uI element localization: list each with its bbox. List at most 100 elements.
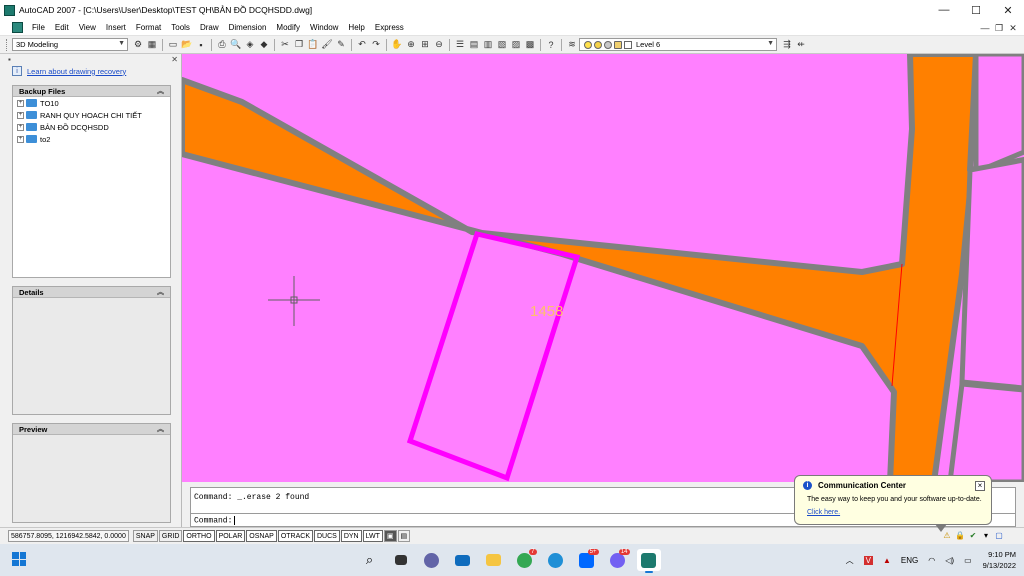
learn-recovery-link[interactable]: Learn about drawing recovery [27, 67, 126, 76]
status-menu-icon[interactable]: ▾ [980, 529, 992, 541]
wifi-icon[interactable]: ◠ [928, 556, 935, 565]
preview-header[interactable]: Preview ︽ [13, 424, 170, 435]
lwt-toggle[interactable]: LWT [362, 530, 383, 542]
osnap-toggle[interactable]: OSNAP [246, 530, 277, 542]
teams-chat-icon[interactable] [420, 549, 444, 571]
save-workspace-icon[interactable]: ▦ [146, 39, 158, 51]
copy-icon[interactable]: ❐ [293, 39, 305, 51]
zalo-icon[interactable]: 5+ [575, 549, 599, 571]
tree-item[interactable]: + RANH QUY HOACH CHI TIẾT [13, 109, 170, 121]
menu-format[interactable]: Format [131, 23, 166, 32]
menu-tools[interactable]: Tools [166, 23, 195, 32]
menu-file[interactable]: File [27, 23, 50, 32]
zoom-window-icon[interactable]: ⊞ [419, 39, 431, 51]
lock-toolbar-icon[interactable]: 🔒 [954, 529, 966, 541]
expand-icon[interactable]: + [17, 123, 24, 131]
palette-menu-icon[interactable]: ▪ [8, 55, 11, 65]
details-header[interactable]: Details ︽ [13, 287, 170, 298]
chevron-up-icon[interactable]: ︿ [846, 555, 854, 566]
properties-icon[interactable]: ☰ [454, 39, 466, 51]
expand-icon[interactable]: + [17, 111, 24, 119]
plot-preview-icon[interactable]: 🔍 [230, 39, 242, 51]
windows-start-icon[interactable] [12, 552, 26, 566]
balloon-link[interactable]: Click here. [807, 509, 840, 516]
menu-draw[interactable]: Draw [195, 23, 224, 32]
expand-icon[interactable]: + [17, 135, 24, 143]
document-icon[interactable] [12, 22, 23, 33]
collapse-icon[interactable]: ︽ [157, 287, 164, 297]
redo-icon[interactable]: ↷ [370, 39, 382, 51]
save-icon[interactable]: ▪ [195, 39, 207, 51]
drawing-svg[interactable]: 1458 [182, 54, 1024, 482]
menu-express[interactable]: Express [370, 23, 409, 32]
sheet-set-icon[interactable]: ▧ [496, 39, 508, 51]
autocad-taskbar-icon[interactable] [636, 549, 661, 573]
adobe-tray-icon[interactable]: ▲ [883, 556, 891, 565]
autocad-app-icon[interactable] [4, 4, 15, 16]
menu-insert[interactable]: Insert [101, 23, 131, 32]
backup-files-header[interactable]: Backup Files ︽ [13, 86, 170, 97]
open-icon[interactable]: 📂 [181, 39, 193, 51]
toolbar-grip[interactable] [6, 38, 9, 51]
clock[interactable]: 9:10 PM 9/13/2022 [983, 549, 1016, 571]
layer-previous-icon[interactable]: ⇷ [795, 39, 807, 51]
tree-item[interactable]: + TO10 [13, 97, 170, 109]
maximize-button[interactable]: ☐ [960, 0, 992, 20]
coordinate-readout[interactable]: 586757.8095, 1216942.5842, 0.0000 [8, 530, 129, 542]
menu-window[interactable]: Window [305, 23, 343, 32]
tree-item[interactable]: + to2 [13, 133, 170, 145]
layout-icon[interactable]: ▤ [397, 530, 411, 542]
command-input[interactable]: Command: [194, 516, 236, 526]
menu-view[interactable]: View [74, 23, 101, 32]
minimize-button[interactable]: — [928, 0, 960, 20]
plot-icon[interactable]: ⎙ [216, 39, 228, 51]
annotation-icon[interactable]: ✔ [967, 529, 979, 541]
cut-icon[interactable]: ✂ [279, 39, 291, 51]
markup-icon[interactable]: ▨ [510, 39, 522, 51]
menu-help[interactable]: Help [343, 23, 369, 32]
pan-icon[interactable]: ✋ [391, 39, 403, 51]
dyn-toggle[interactable]: DYN [340, 530, 362, 542]
viber-icon[interactable]: 14 [606, 549, 630, 571]
zoom-realtime-icon[interactable]: ⊕ [405, 39, 417, 51]
language-indicator[interactable]: ENG [901, 556, 918, 565]
doc-minimize-button[interactable]: — [978, 21, 992, 35]
tool-palettes-icon[interactable]: ▥ [482, 39, 494, 51]
doc-restore-button[interactable]: ❐ [992, 21, 1006, 35]
search-icon[interactable]: ⌕ [358, 549, 382, 571]
clean-screen-icon[interactable]: ▢ [993, 529, 1005, 541]
edge-icon[interactable] [544, 549, 568, 571]
block-editor-icon[interactable]: ✎ [335, 39, 347, 51]
mail-icon[interactable] [451, 549, 475, 571]
make-current-layer-icon[interactable]: ⇶ [781, 39, 793, 51]
new-icon[interactable]: ▭ [167, 39, 179, 51]
polar-toggle[interactable]: POLAR [215, 530, 246, 542]
task-view-icon[interactable] [389, 549, 413, 571]
balloon-close-button[interactable]: × [975, 481, 985, 491]
snap-toggle[interactable]: SNAP [132, 530, 158, 542]
layer-manager-icon[interactable]: ≋ [566, 39, 578, 51]
doc-close-button[interactable]: ✕ [1006, 21, 1020, 35]
collapse-icon[interactable]: ︽ [157, 86, 164, 96]
workspace-settings-icon[interactable]: ⚙ [132, 39, 144, 51]
paste-icon[interactable]: 📋 [307, 39, 319, 51]
collapse-icon[interactable]: ︽ [157, 424, 164, 434]
workspace-select[interactable]: 3D Modeling ▼ [12, 38, 128, 51]
menu-dimension[interactable]: Dimension [224, 23, 272, 32]
volume-icon[interactable]: ◁) [945, 556, 954, 565]
battery-icon[interactable]: ▭ [964, 556, 972, 565]
palette-close-button[interactable]: ✕ [171, 55, 178, 65]
match-properties-icon[interactable]: 🖌 [321, 39, 333, 51]
ortho-toggle[interactable]: ORTHO [183, 530, 215, 542]
drawing-canvas[interactable]: 1458 [182, 54, 1024, 482]
layer-select[interactable]: Level 6 ▼ [579, 38, 777, 51]
publish-icon[interactable]: ◈ [244, 39, 256, 51]
calculator-icon[interactable]: ▩ [524, 39, 536, 51]
3d-dwf-icon[interactable]: ◆ [258, 39, 270, 51]
file-explorer-icon[interactable] [482, 549, 506, 571]
design-center-icon[interactable]: ▤ [468, 39, 480, 51]
help-icon[interactable]: ? [545, 39, 557, 51]
menu-edit[interactable]: Edit [50, 23, 74, 32]
model-toggle-icon[interactable]: ▣ [383, 530, 397, 542]
otrack-toggle[interactable]: OTRACK [277, 530, 313, 542]
